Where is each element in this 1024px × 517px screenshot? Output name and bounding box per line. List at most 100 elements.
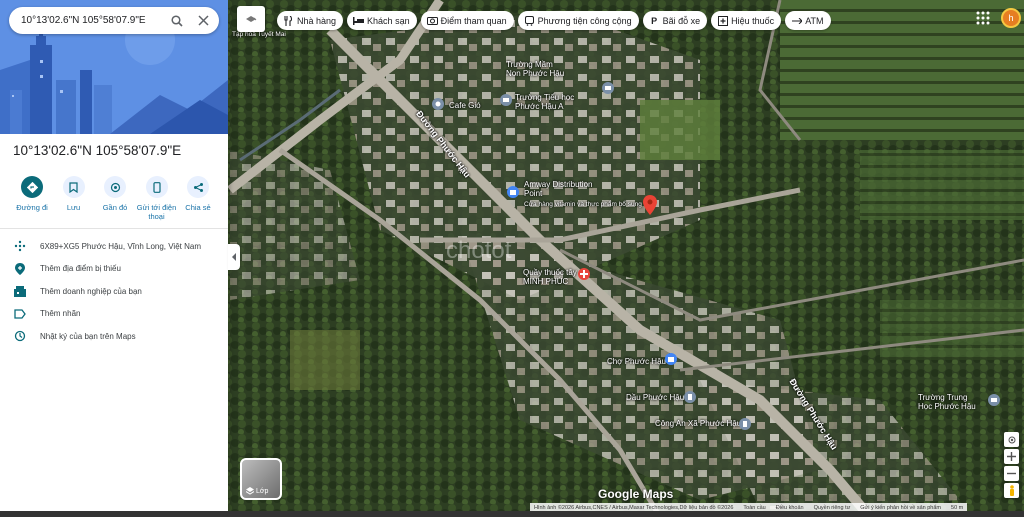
maps-history-row[interactable]: Nhật ký của bạn trên Maps <box>0 325 228 348</box>
my-location-icon <box>1008 436 1015 443</box>
pegman-button[interactable] <box>1004 483 1019 498</box>
place-details: 6X89+XG5 Phước Hậu, Vĩnh Long, Việt Nam … <box>0 235 228 348</box>
plus-code-row[interactable]: 6X89+XG5 Phước Hậu, Vĩnh Long, Việt Nam <box>0 235 228 258</box>
chip-label: Nhà hàng <box>297 15 337 26</box>
search-input[interactable]: 10°13'02.6"N 105°58'07.9"E <box>21 15 167 26</box>
zoom-in-button[interactable] <box>1004 449 1019 464</box>
account-avatar[interactable]: h <box>1001 8 1021 28</box>
action-buttons: Đường đi Lưu Gần đó Gửi tới điện thoại C… <box>12 176 218 221</box>
chip-label: Điểm tham quan <box>440 15 507 26</box>
save-button[interactable]: Lưu <box>54 176 94 221</box>
gas-pin-icon[interactable] <box>684 391 696 403</box>
map-label-mam-non[interactable]: Trường Mầm Non Phước Hậu <box>506 60 566 78</box>
dropped-pin-icon[interactable] <box>643 195 657 215</box>
send-to-phone-button[interactable]: Gửi tới điện thoại <box>137 176 177 221</box>
pharmacy-pin-icon[interactable] <box>578 268 590 280</box>
chip-pharmacies[interactable]: Hiệu thuốc <box>711 11 782 30</box>
chip-label: ATM <box>805 15 824 26</box>
share-icon <box>187 176 209 198</box>
chip-attractions[interactable]: Điểm tham quan <box>420 11 514 30</box>
place-title: 10°13'02.6"N 105°58'07.9"E <box>13 143 182 158</box>
map-label-quay-thuoc[interactable]: Quầy thuốc tây MINH PHÚC <box>523 268 583 286</box>
map-label-trung-hoc[interactable]: Trường Trung Học Phước Hậu <box>918 393 978 411</box>
chip-transit[interactable]: Phương tiện công cộng <box>517 11 639 30</box>
map-type-icon <box>246 16 257 22</box>
add-business-text: Thêm doanh nghiệp của bạn <box>40 286 142 296</box>
school-pin-icon[interactable] <box>500 94 512 106</box>
collapse-panel-button[interactable] <box>228 244 240 270</box>
search-box[interactable]: 10°13'02.6"N 105°58'07.9"E <box>9 7 219 34</box>
parking-icon: P <box>651 15 658 26</box>
history-icon <box>13 329 27 343</box>
market-pin-icon[interactable] <box>665 353 677 365</box>
share-label: Chia sẻ <box>185 203 211 212</box>
directions-label: Đường đi <box>16 203 48 212</box>
map-label-amway[interactable]: Amway Distribution Point <box>524 180 594 198</box>
phone-icon <box>145 176 168 198</box>
pegman-icon <box>1009 485 1014 496</box>
search-icon[interactable] <box>167 11 187 31</box>
map-label-cho[interactable]: Chợ Phước Hậu <box>607 357 666 366</box>
add-missing-place-row[interactable]: Thêm địa điểm bị thiếu <box>0 258 228 281</box>
minus-icon <box>1007 472 1016 475</box>
school-pin-icon[interactable] <box>602 82 614 94</box>
atm-icon <box>791 15 802 26</box>
add-business-row[interactable]: Thêm doanh nghiệp của bạn <box>0 280 228 303</box>
close-icon[interactable] <box>193 11 213 31</box>
camera-icon <box>426 15 438 26</box>
map-controls <box>1004 432 1019 498</box>
transit-icon <box>524 15 535 26</box>
zoom-out-button[interactable] <box>1004 466 1019 481</box>
restaurant-icon <box>283 15 294 26</box>
school-pin-icon[interactable] <box>988 394 1000 406</box>
maps-history-text: Nhật ký của bạn trên Maps <box>40 331 136 341</box>
plus-code-text: 6X89+XG5 Phước Hậu, Vĩnh Long, Việt Nam <box>40 241 201 251</box>
map-label-cong-an[interactable]: Công An Xã Phước Hậu <box>655 419 741 428</box>
chip-atm[interactable]: ATM <box>785 11 831 30</box>
map-label-dau[interactable]: Dầu Phước Hậu <box>626 393 684 402</box>
chevron-left-icon <box>232 253 236 261</box>
watermark: chotot <box>446 237 512 264</box>
category-chips: Nhà hàng Khách sạn Điểm tham quan Phương… <box>277 11 831 30</box>
hotel-icon <box>353 15 365 26</box>
chip-label: Bãi đỗ xe <box>662 15 701 26</box>
map-menu-button[interactable] <box>237 6 265 32</box>
shop-pin-icon[interactable] <box>507 186 519 198</box>
my-location-button[interactable] <box>1004 432 1019 447</box>
chip-parking[interactable]: P Bãi đỗ xe <box>642 11 708 30</box>
google-maps-logo: Google Maps <box>598 487 674 501</box>
layers-label: Lớp <box>256 487 269 495</box>
layers-label-wrap: Lớp <box>246 487 268 495</box>
side-panel: 10°13'02.6"N 105°58'07.9"E 10°13'02.6"N … <box>0 0 228 517</box>
chip-restaurants[interactable]: Nhà hàng <box>277 11 344 30</box>
chip-label: Khách sạn <box>367 15 410 26</box>
share-button[interactable]: Chia sẻ <box>178 176 218 221</box>
chip-label: Hiệu thuốc <box>731 15 775 26</box>
send-to-phone-label: Gửi tới điện thoại <box>136 203 177 221</box>
nearby-icon <box>104 176 126 198</box>
layers-button[interactable]: Lớp <box>240 458 282 500</box>
add-label-row[interactable]: Thêm nhãn <box>0 303 228 326</box>
plus-icon <box>1007 452 1016 461</box>
directions-button[interactable]: Đường đi <box>12 176 52 221</box>
plus-code-icon <box>13 239 27 253</box>
layers-icon <box>246 487 254 495</box>
map-label-amway-sub: Cửa hàng vitamin và thực phẩm bổ sung <box>524 201 642 208</box>
nearby-button[interactable]: Gần đó <box>95 176 135 221</box>
chip-label: Phương tiện công cộng <box>537 15 632 26</box>
directions-icon <box>21 176 43 198</box>
pharmacy-icon <box>717 15 728 26</box>
apps-grid-icon[interactable] <box>975 10 991 26</box>
bookmark-icon <box>62 176 85 198</box>
label-icon <box>13 307 27 321</box>
business-icon <box>13 284 27 298</box>
add-missing-place-text: Thêm địa điểm bị thiếu <box>40 264 121 274</box>
add-label-text: Thêm nhãn <box>40 309 81 319</box>
map-label-cafe[interactable]: Cafe Gió <box>449 101 481 110</box>
add-place-icon <box>13 262 27 276</box>
map-label-tieu-hoc[interactable]: Trường Tiểu học Phước Hậu A <box>515 93 590 111</box>
taskbar-strip <box>0 511 1024 517</box>
chip-hotels[interactable]: Khách sạn <box>347 11 417 30</box>
school-pin-icon[interactable] <box>432 98 444 110</box>
police-pin-icon[interactable] <box>739 418 751 430</box>
